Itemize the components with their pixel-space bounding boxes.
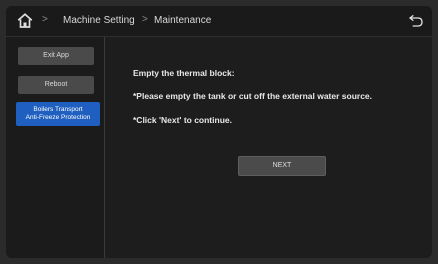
instruction-line-2: *Click 'Next' to continue.	[133, 115, 232, 125]
breadcrumb-separator-icon: >	[142, 14, 148, 25]
reboot-button[interactable]: Reboot	[18, 76, 94, 94]
breadcrumb-maintenance: Maintenance	[154, 15, 212, 26]
device-screen: > Machine Setting > Maintenance Exit App…	[6, 6, 432, 258]
home-icon[interactable]	[16, 12, 34, 30]
back-icon[interactable]	[408, 12, 424, 28]
top-bar: > Machine Setting > Maintenance	[6, 6, 432, 37]
breadcrumb-machine-setting[interactable]: Machine Setting	[63, 15, 135, 26]
instruction-title: Empty the thermal block:	[133, 68, 235, 78]
anti-freeze-label-line2: Anti-Freeze Protection	[25, 114, 91, 121]
instruction-line-1: *Please empty the tank or cut off the ex…	[133, 91, 373, 101]
anti-freeze-protection-button[interactable]: Boilers Transport Anti-Freeze Protection	[16, 102, 100, 126]
anti-freeze-label-line1: Boilers Transport	[33, 106, 83, 113]
exit-app-button[interactable]: Exit App	[18, 47, 94, 65]
sidebar: Exit App Reboot Boilers Transport Anti-F…	[6, 37, 105, 258]
next-button[interactable]: NEXT	[238, 156, 326, 176]
main-panel: Empty the thermal block: *Please empty t…	[105, 37, 432, 258]
breadcrumb-separator-icon: >	[42, 14, 48, 25]
